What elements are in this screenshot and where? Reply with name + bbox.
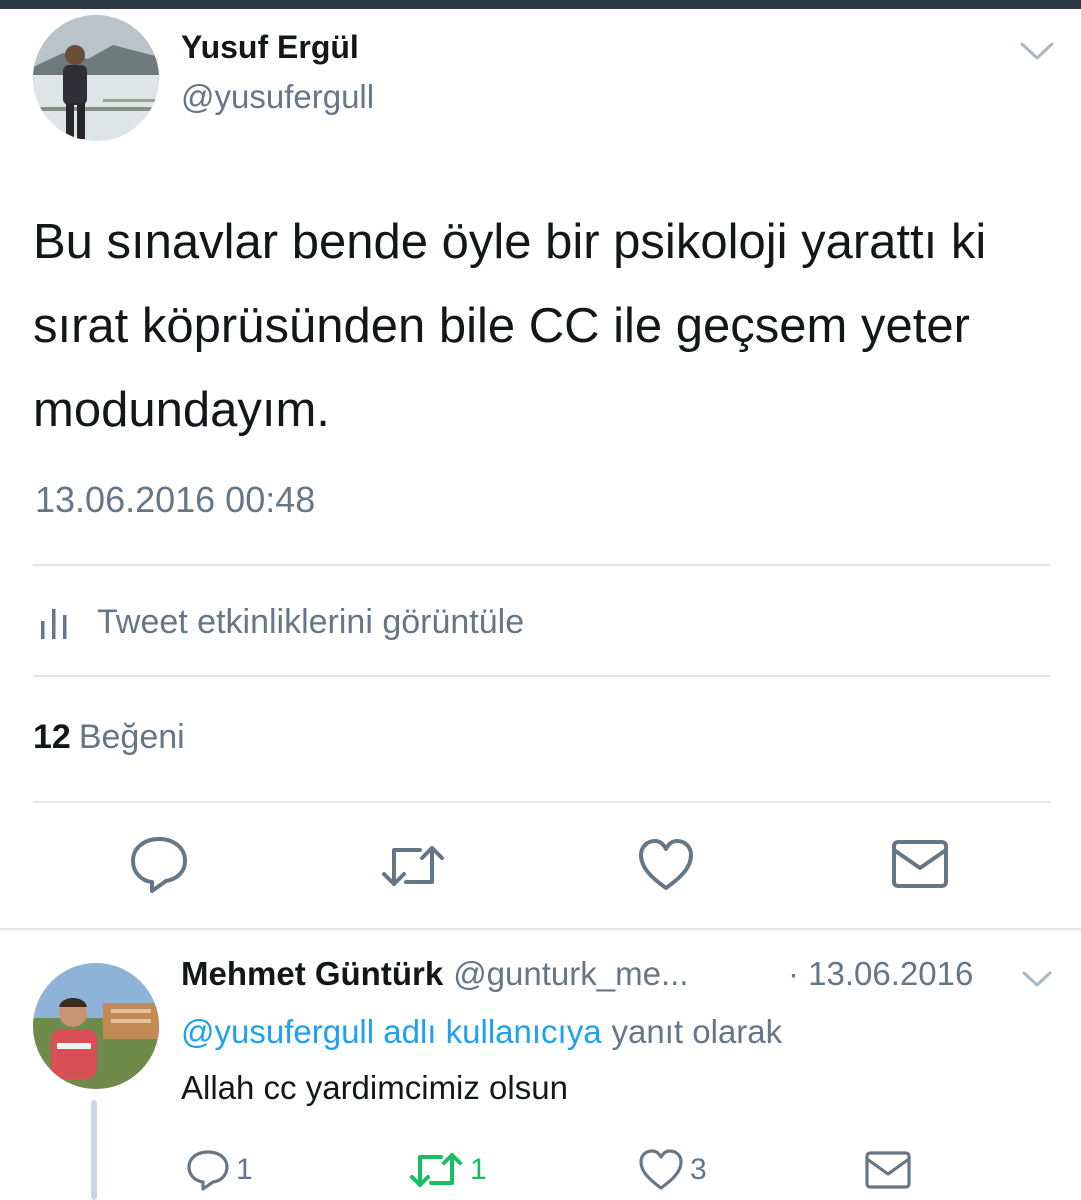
reply-author-name[interactable]: Mehmet Güntürk — [181, 955, 443, 992]
tweet-activity-link[interactable]: Tweet etkinliklerini görüntüle — [33, 596, 524, 648]
reply-message-button[interactable] — [864, 1148, 912, 1192]
author-avatar[interactable] — [33, 15, 159, 141]
retweet-count: 1 — [470, 1153, 487, 1186]
reply-header[interactable]: Mehmet Güntürk @gunturk_me... — [181, 955, 688, 993]
reply-context: @yusufergull adlı kullanıcıya yanıt olara… — [181, 1013, 782, 1051]
reply-to-label: yanıt olarak — [611, 1013, 783, 1050]
message-icon — [865, 1151, 911, 1189]
reply-author-avatar[interactable] — [33, 963, 159, 1089]
author-handle[interactable]: @yusufergull — [181, 78, 374, 116]
likes-label: Beğeni — [78, 718, 185, 756]
reply-retweet-button[interactable]: 1 — [408, 1148, 487, 1192]
likes-summary[interactable]: 12 Beğeni — [33, 718, 185, 757]
tweet-text: Bu sınavlar bende öyle bir psikoloji yar… — [33, 215, 987, 437]
like-icon — [639, 1149, 683, 1190]
section-divider — [0, 928, 1081, 930]
divider — [33, 564, 1050, 566]
analytics-icon — [41, 609, 67, 639]
author-name[interactable]: Yusuf Ergül — [181, 29, 359, 66]
likes-count: 12 — [33, 718, 71, 756]
tweet-timestamp[interactable]: 13.06.2016 00:48 — [35, 479, 315, 521]
divider — [33, 675, 1050, 677]
status-bar-strip — [0, 0, 1081, 9]
divider — [33, 801, 1050, 803]
chevron-down-icon[interactable] — [1020, 966, 1054, 992]
chevron-down-icon[interactable] — [1018, 36, 1056, 66]
like-count: 3 — [690, 1153, 707, 1186]
reply-author-handle[interactable]: @gunturk_me... — [453, 955, 688, 992]
retweet-icon[interactable] — [380, 840, 446, 892]
like-icon[interactable] — [636, 836, 696, 894]
reply-text: Allah cc yardimcimiz olsun — [181, 1069, 568, 1106]
reply-count: 1 — [236, 1153, 253, 1186]
reply-icon[interactable] — [128, 833, 190, 895]
reply-reply-button[interactable]: 1 — [186, 1148, 253, 1192]
reply-icon — [187, 1150, 229, 1191]
thread-line — [91, 1100, 97, 1200]
reply-to-link[interactable]: @yusufergull adlı kullanıcıya — [181, 1013, 602, 1050]
message-icon[interactable] — [890, 838, 950, 890]
activity-label: Tweet etkinliklerini görüntüle — [97, 602, 525, 641]
reply-timestamp[interactable]: · 13.06.2016 — [788, 955, 973, 993]
retweet-icon — [410, 1153, 462, 1187]
reply-like-button[interactable]: 3 — [638, 1148, 707, 1192]
